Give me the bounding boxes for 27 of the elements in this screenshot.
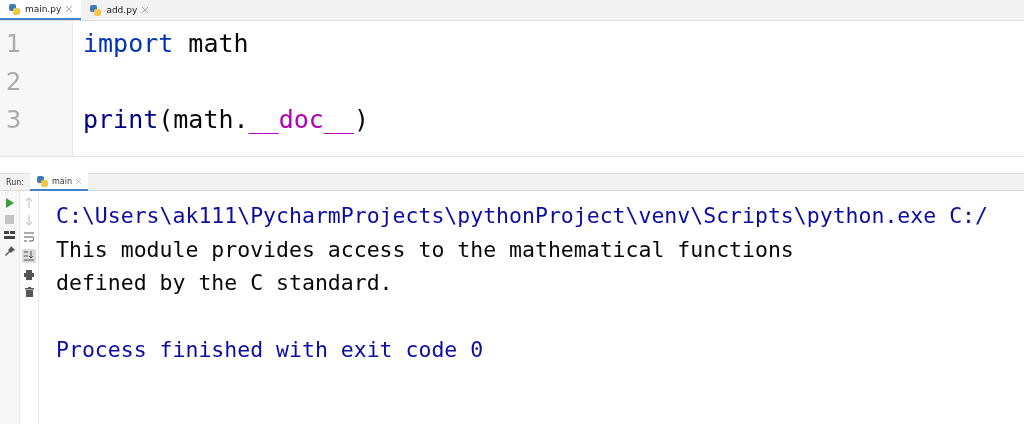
trash-icon[interactable] [24, 287, 34, 297]
layout-icon[interactable] [4, 231, 15, 239]
line-number: 3 [5, 105, 23, 136]
python-icon [36, 174, 50, 188]
console-line: defined by the C standard. [56, 270, 393, 295]
code-line: print(math.__doc__) [83, 105, 369, 134]
console-line: Process finished with exit code 0 [56, 337, 484, 362]
soft-wrap-icon[interactable] [24, 232, 34, 242]
line-number: 2 [5, 67, 23, 98]
file-tab[interactable]: main.py [0, 0, 82, 20]
pin-icon[interactable] [4, 246, 15, 256]
python-file-icon [8, 2, 21, 16]
python-file-icon [89, 3, 103, 17]
down-arrow-icon[interactable] [25, 215, 33, 225]
console-line: C:\Users\ak111\PycharmProjects\pythonProject\venv\Scripts\python.exe C:/ [56, 203, 988, 228]
close-icon[interactable] [75, 177, 83, 185]
line-number: 1 [5, 29, 23, 60]
close-icon[interactable] [65, 5, 74, 13]
file-tab[interactable]: add.py [81, 0, 158, 20]
run-icon[interactable] [4, 198, 15, 208]
code-line: import math [83, 29, 249, 58]
run-label: Run: [5, 177, 26, 187]
run-tab[interactable]: main [30, 173, 89, 191]
scroll-to-end-icon[interactable] [22, 249, 36, 263]
up-arrow-icon[interactable] [25, 198, 33, 208]
console-line: This module provides access to the mathematical functions [56, 236, 794, 262]
close-icon[interactable] [141, 6, 150, 14]
